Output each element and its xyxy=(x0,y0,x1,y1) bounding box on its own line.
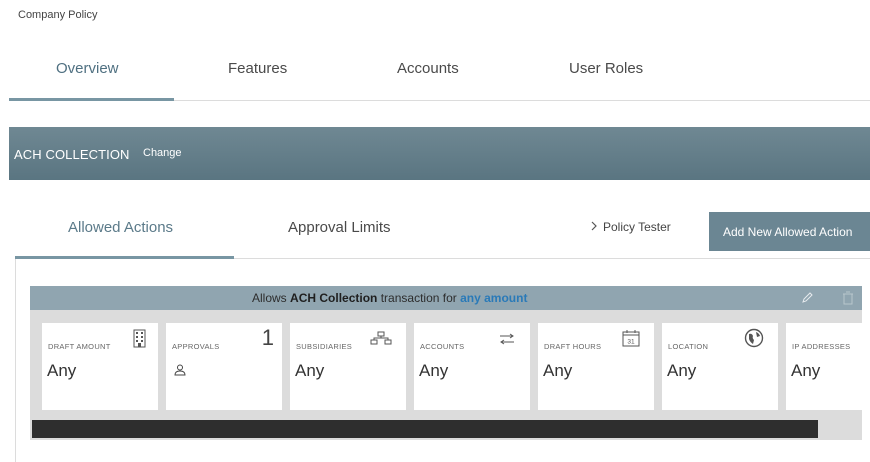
edit-pencil-icon[interactable] xyxy=(800,290,814,306)
card-value: Any xyxy=(419,361,449,380)
user-icon xyxy=(174,363,186,381)
tab-user-roles[interactable]: User Roles xyxy=(569,60,643,77)
horizontal-scrollbar[interactable] xyxy=(32,420,818,438)
condition-card-accounts[interactable]: ACCOUNTS Any xyxy=(414,323,530,410)
card-label: ACCOUNTS xyxy=(420,342,465,351)
card-label: SUBSIDIARIES xyxy=(296,342,353,351)
condition-card-approvals[interactable]: APPROVALS 1 xyxy=(166,323,282,410)
delete-trash-icon[interactable] xyxy=(841,290,855,306)
condition-card-draft-hours[interactable]: DRAFT HOURS 31 Any xyxy=(538,323,654,410)
card-label: LOCATION xyxy=(668,342,709,351)
breadcrumb: Company Policy xyxy=(18,9,98,21)
active-tab-indicator xyxy=(9,98,174,101)
condition-card-ip-addresses[interactable]: IP ADDRESSES Any xyxy=(786,323,862,410)
change-link[interactable]: Change xyxy=(143,147,182,159)
rule-description: Allows ACH Collection transaction for an… xyxy=(252,286,527,310)
tab-features[interactable]: Features xyxy=(228,60,287,77)
calendar-icon: 31 xyxy=(622,329,640,352)
policy-tester-link[interactable]: Policy Tester xyxy=(591,220,671,234)
card-label: DRAFT HOURS xyxy=(544,342,602,351)
policy-banner: ACH COLLECTION Change xyxy=(9,127,870,180)
card-label: APPROVALS xyxy=(172,342,220,351)
card-value: Any xyxy=(543,361,573,380)
building-icon xyxy=(133,329,146,353)
main-tab-bar: Overview Features Accounts User Roles xyxy=(9,52,870,101)
card-value: Any xyxy=(791,361,821,380)
card-value: Any xyxy=(667,361,697,380)
policy-tester-label: Policy Tester xyxy=(603,220,671,234)
policy-title: ACH COLLECTION xyxy=(14,147,130,162)
tab-approval-limits[interactable]: Approval Limits xyxy=(288,219,391,236)
card-value: Any xyxy=(295,361,325,380)
rule-transaction-type: ACH Collection xyxy=(290,291,378,305)
tab-overview[interactable]: Overview xyxy=(56,60,119,77)
add-allowed-action-button[interactable]: Add New Allowed Action xyxy=(709,212,870,251)
rule-prefix: Allows xyxy=(252,291,287,305)
calendar-day: 31 xyxy=(627,339,635,346)
rule-header: Allows ACH Collection transaction for an… xyxy=(30,286,862,310)
card-label: DRAFT AMOUNT xyxy=(48,342,111,351)
globe-icon xyxy=(744,328,764,353)
allowed-action-rule: Allows ACH Collection transaction for an… xyxy=(30,286,862,440)
transfer-arrows-icon xyxy=(498,332,516,350)
card-label: IP ADDRESSES xyxy=(792,342,851,351)
condition-card-subsidiaries[interactable]: SUBSIDIARIES Any xyxy=(290,323,406,410)
approvals-count: 1 xyxy=(261,325,274,350)
hierarchy-icon xyxy=(370,331,392,350)
condition-card-location[interactable]: LOCATION Any xyxy=(662,323,778,410)
condition-card-draft-amount[interactable]: DRAFT AMOUNT Any xyxy=(42,323,158,410)
card-value: Any xyxy=(47,361,77,380)
tab-allowed-actions[interactable]: Allowed Actions xyxy=(68,219,173,236)
tab-accounts[interactable]: Accounts xyxy=(397,60,459,77)
chevron-right-icon xyxy=(591,220,597,234)
rule-amount[interactable]: any amount xyxy=(460,291,527,305)
rule-middle-text: transaction for xyxy=(380,291,457,305)
